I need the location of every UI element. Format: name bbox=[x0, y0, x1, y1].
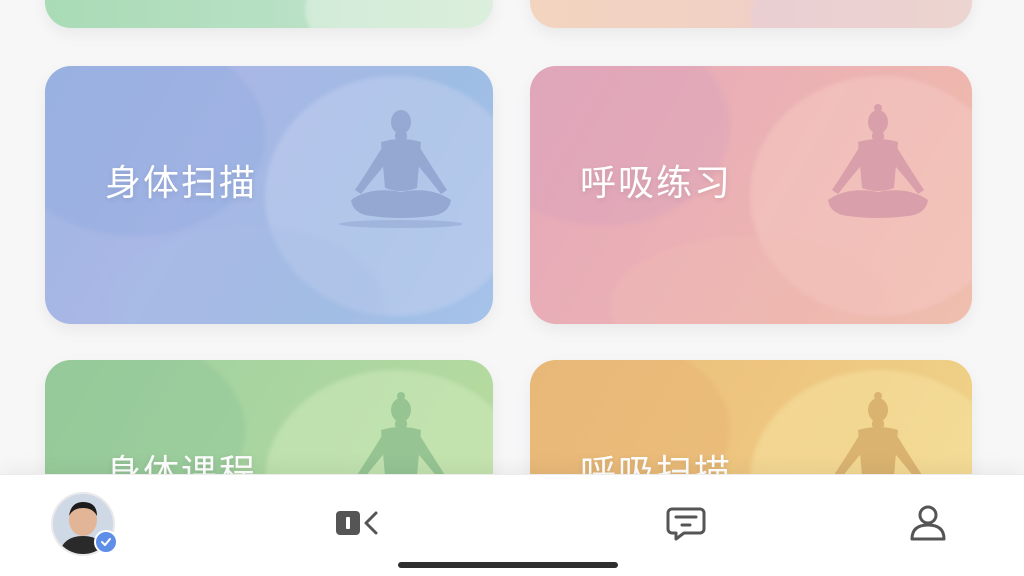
card-top-left[interactable] bbox=[45, 0, 493, 28]
card-breathing-practice[interactable]: 呼吸练习 bbox=[530, 66, 972, 324]
messages-tab[interactable] bbox=[654, 491, 718, 555]
video-tab[interactable] bbox=[326, 491, 390, 555]
meditation-figure-icon bbox=[828, 104, 928, 218]
video-back-icon bbox=[336, 511, 378, 535]
check-icon bbox=[101, 538, 111, 546]
home-indicator[interactable] bbox=[398, 562, 618, 568]
card-glow bbox=[305, 0, 493, 28]
card-title: 呼吸练习 bbox=[580, 163, 733, 204]
user-icon bbox=[910, 505, 946, 541]
chat-icon bbox=[666, 507, 706, 541]
card-title: 身体扫描 bbox=[105, 163, 258, 204]
account-tab[interactable] bbox=[896, 491, 960, 555]
bottom-tab-bar bbox=[0, 474, 1024, 576]
card-glow bbox=[45, 66, 265, 236]
card-body-scan[interactable]: 身体扫描 bbox=[45, 66, 493, 324]
card-top-right[interactable] bbox=[530, 0, 972, 28]
app-screen: 身体扫描 呼吸练习 bbox=[0, 0, 1024, 576]
verified-badge bbox=[94, 530, 118, 554]
card-glow bbox=[750, 0, 972, 28]
meditation-figure-icon bbox=[339, 110, 463, 228]
